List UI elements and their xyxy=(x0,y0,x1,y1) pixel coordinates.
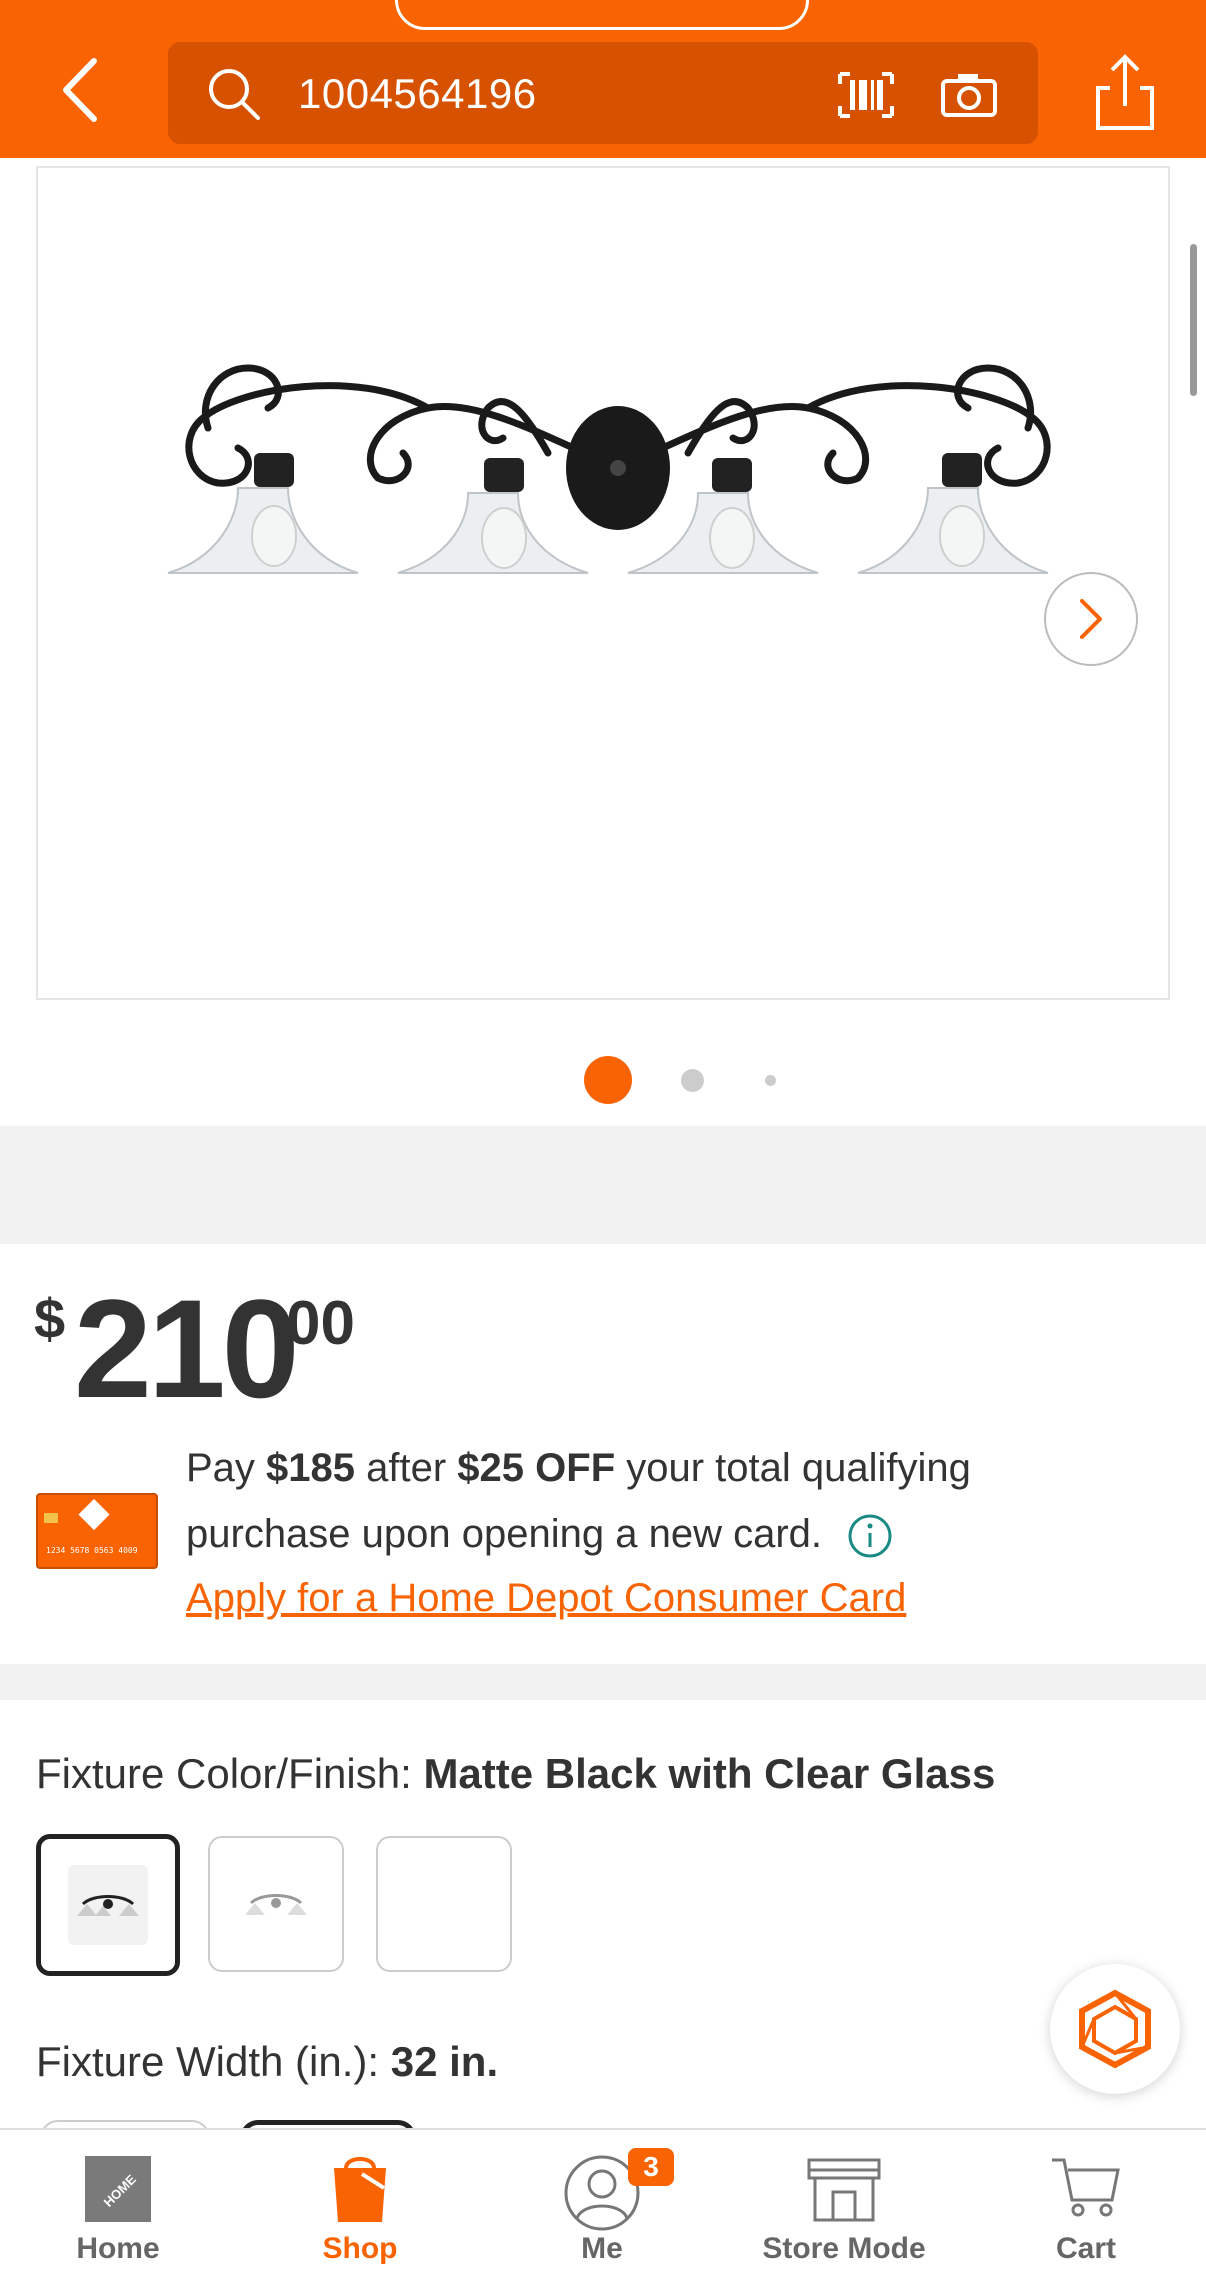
hexagon-assistant-icon xyxy=(1079,1989,1151,2069)
swatch-thumbnail-image xyxy=(77,1895,139,1916)
shop-bucket-icon xyxy=(334,2157,386,2222)
swatch-thumbnail-image xyxy=(245,1894,307,1915)
next-image-button[interactable] xyxy=(1044,572,1138,666)
info-icon[interactable] xyxy=(847,1513,893,1559)
nav-cart[interactable]: Cart xyxy=(976,2130,1196,2276)
fixture-width-label: Fixture Width (in.): 32 in. xyxy=(36,2038,499,2085)
notification-badge: 3 xyxy=(628,2148,674,2186)
pagination-dot[interactable] xyxy=(681,1069,704,1092)
store-icon xyxy=(807,2158,881,2222)
pagination-dot-active[interactable] xyxy=(584,1056,632,1104)
nav-shop[interactable]: Shop xyxy=(250,2130,470,2276)
nav-label: Home xyxy=(76,2232,160,2265)
search-bar[interactable]: 1004564196 xyxy=(168,42,1038,144)
cart-icon xyxy=(1052,2158,1120,2217)
nav-label: Store Mode xyxy=(762,2232,926,2265)
price-whole: 210 xyxy=(74,1270,300,1427)
top-app-bar: 1004564196 xyxy=(0,0,1206,158)
nav-store-mode[interactable]: Store Mode xyxy=(734,2130,954,2276)
section-divider xyxy=(0,1664,1206,1700)
store-pill[interactable] xyxy=(395,0,809,30)
search-input[interactable]: 1004564196 xyxy=(298,70,537,118)
share-button[interactable] xyxy=(1090,50,1160,134)
promo-text-line2: purchase upon opening a new card. xyxy=(186,1512,893,1559)
color-swatch-option-2[interactable] xyxy=(208,1836,344,1972)
chevron-right-icon xyxy=(1080,599,1102,639)
nav-home[interactable]: HOME Home xyxy=(8,2130,228,2276)
nav-label: Shop xyxy=(322,2232,398,2265)
credit-card-image: 1234 5678 0563 4009 xyxy=(36,1493,158,1569)
color-finish-label: Fixture Color/Finish: Matte Black with C… xyxy=(36,1750,996,1797)
scrollbar[interactable] xyxy=(1190,244,1197,396)
barcode-scanner-icon[interactable] xyxy=(836,70,896,120)
color-swatch-option-3[interactable] xyxy=(376,1836,512,1972)
back-arrow-icon xyxy=(63,58,97,122)
color-swatch-matte-black[interactable] xyxy=(36,1834,180,1976)
vanity-light-fixture-image xyxy=(167,364,1051,574)
promo-text-line1: Pay $185 after $25 OFF your total qualif… xyxy=(186,1446,971,1490)
card-number-text: 1234 5678 0563 4009 xyxy=(46,1546,138,1555)
nav-label: Me xyxy=(581,2232,623,2265)
apply-card-link[interactable]: Apply for a Home Depot Consumer Card xyxy=(186,1576,906,1621)
nav-label: Cart xyxy=(1055,2232,1116,2265)
gallery-pagination xyxy=(0,1038,1206,1104)
share-icon xyxy=(1096,54,1154,130)
pagination-dot[interactable] xyxy=(765,1075,776,1086)
search-icon xyxy=(209,69,260,120)
back-button[interactable] xyxy=(50,52,110,128)
product-image[interactable] xyxy=(36,166,1170,1000)
product-gallery xyxy=(0,158,1206,1126)
home-depot-logo-icon: HOME xyxy=(85,2156,151,2222)
camera-icon[interactable] xyxy=(940,72,998,118)
bottom-navigation: HOME Home Shop 3 Me Store Mode Cart xyxy=(0,2128,1206,2276)
price-currency: $ xyxy=(34,1287,66,1350)
nav-me[interactable]: 3 Me xyxy=(492,2130,712,2276)
section-divider xyxy=(0,1126,1206,1244)
ai-assistant-button[interactable] xyxy=(1050,1964,1180,2094)
price-cents: 00 xyxy=(286,1289,355,1358)
